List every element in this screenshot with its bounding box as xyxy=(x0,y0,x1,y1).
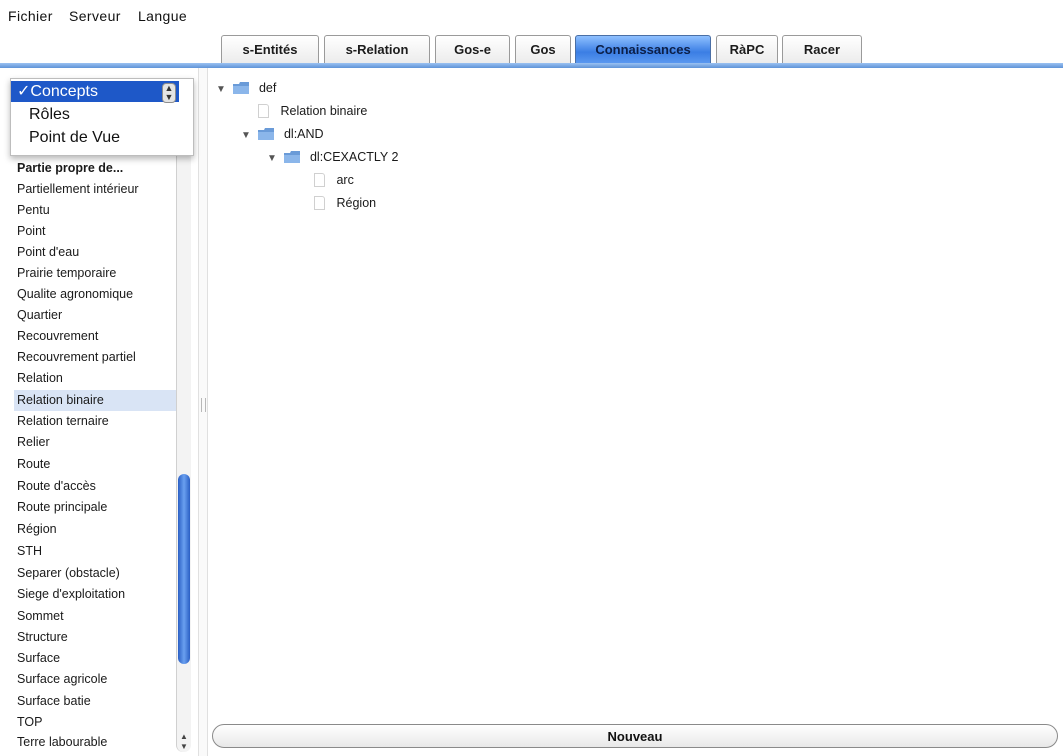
tab-connaissances[interactable]: Connaissances xyxy=(575,35,711,63)
tree-node-leaf[interactable]: Relation binaire xyxy=(258,101,367,121)
list-item[interactable]: Partie propre de... xyxy=(14,158,182,179)
list-item[interactable]: Route principale xyxy=(14,497,182,518)
folder-icon xyxy=(258,128,275,140)
tree-node-label: dl:CEXACTLY 2 xyxy=(309,150,399,164)
scroll-down-icon[interactable]: ▼ xyxy=(177,742,191,752)
list-item[interactable]: Separer (obstacle) xyxy=(14,563,182,584)
tree-node-and[interactable]: ▼ dl:AND xyxy=(241,124,324,144)
list-item[interactable]: Route d'accès xyxy=(14,476,182,497)
tree-node-label: def xyxy=(258,81,277,95)
menu-serveur[interactable]: Serveur xyxy=(69,8,121,24)
tree-node-label: dl:AND xyxy=(283,127,324,141)
dropdown-option-point-de-vue[interactable]: Point de Vue xyxy=(11,127,179,148)
document-icon xyxy=(314,196,325,210)
list-item[interactable]: Partiellement intérieur xyxy=(14,179,182,200)
menu-bar: Fichier Serveur Langue xyxy=(0,0,1063,30)
list-item[interactable]: Point xyxy=(14,221,182,242)
list-item[interactable]: Structure xyxy=(14,627,182,648)
app-window: Fichier Serveur Langue s-Entités s-Relat… xyxy=(0,0,1063,756)
tree-node-leaf[interactable]: arc xyxy=(314,170,354,190)
tab-rapc[interactable]: RàPC xyxy=(716,35,778,63)
list-item[interactable]: Terre labourable xyxy=(14,732,182,753)
scroll-up-icon[interactable]: ▲ xyxy=(177,732,191,742)
tab-gos[interactable]: Gos xyxy=(515,35,571,63)
list-item[interactable]: Région xyxy=(14,519,182,540)
list-item[interactable]: TOP xyxy=(14,712,182,733)
menu-langue[interactable]: Langue xyxy=(138,8,187,24)
splitter-grip-icon xyxy=(201,398,206,412)
dropdown-option-roles[interactable]: Rôles xyxy=(11,104,179,125)
new-button[interactable]: Nouveau xyxy=(212,724,1058,748)
list-item[interactable]: STH xyxy=(14,541,182,562)
concept-list-panel: Partie propre de... Partiellement intéri… xyxy=(0,68,196,756)
list-item[interactable]: Relation ternaire xyxy=(14,411,182,432)
list-item[interactable]: Point d'eau xyxy=(14,242,182,263)
disclosure-triangle-icon[interactable]: ▼ xyxy=(216,80,230,100)
tree-node-leaf[interactable]: Région xyxy=(314,193,376,213)
list-item[interactable]: Relation xyxy=(14,368,182,389)
list-item[interactable]: Recouvrement partiel xyxy=(14,347,182,368)
folder-icon xyxy=(233,82,250,94)
document-icon xyxy=(314,173,325,187)
tree-node-cexactly[interactable]: ▼ dl:CEXACTLY 2 xyxy=(267,147,398,167)
dropdown-option-concepts[interactable]: ✓Concepts ▲ ▼ xyxy=(11,81,179,103)
knowledge-tree-panel: ▼ def Relation binaire ▼ dl:AND ▼ dl:CEX… xyxy=(208,68,1063,716)
check-icon: ✓ xyxy=(17,83,31,100)
disclosure-triangle-icon[interactable]: ▼ xyxy=(267,149,281,169)
tab-s-entites[interactable]: s-Entités xyxy=(221,35,319,63)
tab-racer[interactable]: Racer xyxy=(782,35,862,63)
list-item[interactable]: Siege d'exploitation xyxy=(14,584,182,605)
list-item[interactable]: Sommet xyxy=(14,606,182,627)
list-item[interactable]: Recouvrement xyxy=(14,326,182,347)
list-item-selected[interactable]: Relation binaire xyxy=(14,390,182,411)
tree-node-label: Relation binaire xyxy=(280,104,368,118)
category-dropdown-menu[interactable]: ✓Concepts ▲ ▼ Rôles Point de Vue xyxy=(10,78,194,156)
menu-fichier[interactable]: Fichier xyxy=(8,8,53,24)
list-item[interactable]: Quartier xyxy=(14,305,182,326)
list-item[interactable]: Route xyxy=(14,454,182,475)
concept-list-scrollbar[interactable]: ▲ ▼ xyxy=(176,118,191,752)
list-item[interactable]: Surface agricole xyxy=(14,669,182,690)
scroll-thumb[interactable] xyxy=(178,474,190,664)
dropdown-stepper-icon[interactable]: ▲ ▼ xyxy=(162,83,176,103)
disclosure-triangle-icon[interactable]: ▼ xyxy=(241,126,255,146)
tab-s-relation[interactable]: s-Relation xyxy=(324,35,430,63)
panel-splitter[interactable] xyxy=(198,68,208,756)
list-item[interactable]: Qualite agronomique xyxy=(14,284,182,305)
tree-node-label: Région xyxy=(336,196,377,210)
tab-gos-e[interactable]: Gos-e xyxy=(435,35,510,63)
list-item[interactable]: Surface batie xyxy=(14,691,182,712)
folder-icon xyxy=(284,151,301,163)
list-item[interactable]: Relier xyxy=(14,432,182,453)
list-item[interactable]: Prairie temporaire xyxy=(14,263,182,284)
list-item[interactable]: Pentu xyxy=(14,200,182,221)
document-icon xyxy=(258,104,269,118)
option-label: Concepts xyxy=(30,83,98,100)
tree-node-root[interactable]: ▼ def xyxy=(216,78,276,98)
tree-node-label: arc xyxy=(336,173,354,187)
list-item[interactable]: Surface xyxy=(14,648,182,669)
